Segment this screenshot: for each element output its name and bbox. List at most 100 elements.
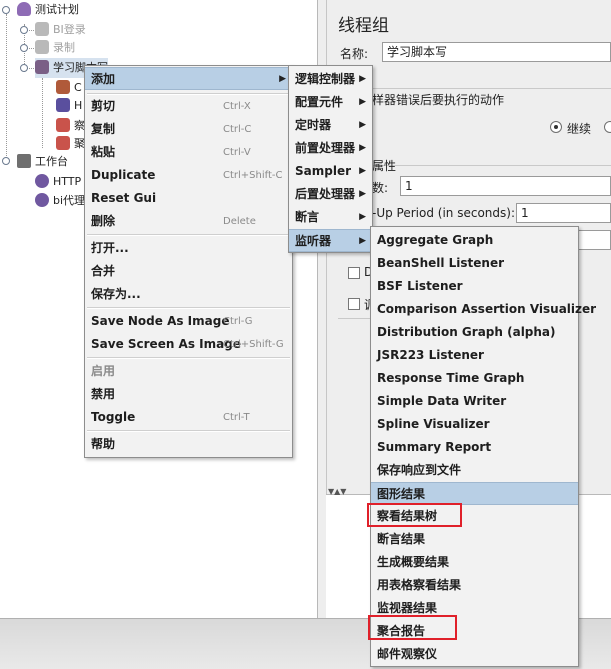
menu-item-copy[interactable]: 复制 Ctrl-C [85, 118, 292, 141]
menu-item-save-as[interactable]: 保存为... [85, 283, 292, 306]
menu-item-label: BeanShell Listener [377, 256, 505, 270]
menu-item-aggregate-graph[interactable]: Aggregate Graph [371, 229, 578, 252]
menu-item-label: 删除 [91, 214, 116, 228]
shortcut-label: Ctrl+Shift-C [223, 170, 283, 181]
menu-item-label: 合并 [91, 264, 116, 278]
next-radio[interactable] [604, 121, 611, 133]
name-label: 名称: [340, 47, 369, 61]
menu-item-label: 剪切 [91, 99, 116, 113]
menu-item-mailer-visualizer[interactable]: 邮件观察仪 [371, 643, 578, 666]
menu-item-duplicate[interactable]: Duplicate Ctrl+Shift-C [85, 164, 292, 187]
menu-item-delete[interactable]: 删除 Delete [85, 210, 292, 233]
menu-item-label: Duplicate [91, 168, 156, 182]
rampup-field[interactable]: 1 [516, 203, 611, 223]
menu-item-label: Reset Gui [91, 191, 157, 205]
tree-node-c[interactable]: C [56, 78, 82, 98]
tree-node-workbench[interactable]: 工作台 [17, 152, 68, 172]
menu-item-response-time-graph[interactable]: Response Time Graph [371, 367, 578, 390]
menu-item-save-node-image[interactable]: Save Node As Image Ctrl-G [85, 310, 292, 333]
pen-icon [56, 98, 70, 112]
menu-item-view-results-table[interactable]: 用表格察看结果 [371, 574, 578, 597]
menu-item-label: 监听器 [295, 234, 332, 248]
menu-item-jsr223-listener[interactable]: JSR223 Listener [371, 344, 578, 367]
menu-item-save-screen-image[interactable]: Save Screen As Image Ctrl+Shift-G [85, 333, 292, 356]
loop-count-field[interactable] [578, 230, 611, 250]
menu-item-cut[interactable]: 剪切 Ctrl-X [85, 95, 292, 118]
menu-item-sampler[interactable]: Sampler ▶ [289, 160, 372, 183]
gear-icon [35, 174, 49, 188]
tree-node-test-plan[interactable]: 测试计划 [17, 0, 79, 20]
config-icon [56, 80, 70, 94]
tree-node-h[interactable]: H [56, 96, 82, 116]
menu-item-add[interactable]: 添加 ▶ [85, 67, 292, 90]
menu-item-label: Summary Report [377, 440, 492, 454]
menu-item-summary-report[interactable]: Summary Report [371, 436, 578, 459]
graph-icon [56, 118, 70, 132]
menu-item-label: 保存为... [91, 287, 141, 301]
menu-item-pre-processor[interactable]: 前置处理器 ▶ [289, 137, 372, 160]
scheduler-checkbox[interactable] [348, 298, 360, 310]
continue-radio[interactable] [550, 121, 562, 133]
continue-label: 继续 [567, 122, 592, 136]
menu-item-reset-gui[interactable]: Reset Gui [85, 187, 292, 210]
menu-item-paste[interactable]: 粘贴 Ctrl-V [85, 141, 292, 164]
menu-item-timer[interactable]: 定时器 ▶ [289, 114, 372, 137]
menu-item-distribution-graph[interactable]: Distribution Graph (alpha) [371, 321, 578, 344]
menu-item-simple-data-writer[interactable]: Simple Data Writer [371, 390, 578, 413]
tree-node-http[interactable]: HTTP [35, 172, 81, 192]
menu-item-beanshell-listener[interactable]: BeanShell Listener [371, 252, 578, 275]
menu-item-help[interactable]: 帮助 [85, 433, 292, 456]
name-field[interactable]: 学习脚本写 [382, 42, 611, 62]
submenu-arrow-icon: ▶ [279, 74, 286, 84]
menu-item-assertion[interactable]: 断言 ▶ [289, 206, 372, 229]
menu-item-logic-controller[interactable]: 逻辑控制器 ▶ [289, 68, 372, 91]
tree-node-bi-login[interactable]: BI登录 [35, 20, 86, 40]
menu-item-disable[interactable]: 禁用 [85, 383, 292, 406]
menu-item-label: 断言 [295, 210, 320, 224]
menu-item-enable: 启用 [85, 360, 292, 383]
panel-title: 线程组 [338, 16, 389, 36]
add-submenu: 逻辑控制器 ▶ 配置元件 ▶ 定时器 ▶ 前置处理器 ▶ Sampler ▶ 后置处理器 ▶… [288, 65, 373, 253]
tree-node-label: HTTP [53, 175, 82, 188]
splitter-arrows-icon[interactable]: ▼▲▼ [328, 487, 346, 496]
menu-item-listener[interactable]: 监听器 ▶ [289, 229, 372, 252]
menu-item-label: 保存响应到文件 [377, 463, 462, 477]
listener-submenu: Aggregate Graph BeanShell Listener BSF L… [370, 226, 596, 667]
menu-item-comparison-visualizer[interactable]: Comparison Assertion Visualizer [371, 298, 596, 321]
menu-item-label: 启用 [91, 364, 116, 378]
graph-icon [56, 136, 70, 150]
menu-item-label: Distribution Graph (alpha) [377, 325, 556, 339]
menu-item-label: 逻辑控制器 [295, 72, 356, 86]
menu-item-label: Spline Visualizer [377, 417, 490, 431]
menu-item-toggle[interactable]: Toggle Ctrl-T [85, 406, 292, 429]
thread-group-icon [35, 60, 49, 74]
menu-item-label: 断言结果 [377, 532, 426, 546]
menu-item-graph-results[interactable]: 图形结果 [371, 482, 578, 505]
threads-field[interactable]: 1 [400, 176, 611, 196]
loop-checkbox[interactable] [348, 267, 360, 279]
menu-item-spline-visualizer[interactable]: Spline Visualizer [371, 413, 578, 436]
submenu-arrow-icon: ▶ [359, 74, 366, 84]
shortcut-label: Ctrl-T [223, 412, 250, 423]
threads-label: 数: [372, 181, 389, 195]
tree-node-aggregate[interactable]: 聚 [56, 134, 85, 154]
thread-group-icon [35, 22, 49, 36]
menu-item-config-element[interactable]: 配置元件 ▶ [289, 91, 372, 114]
menu-item-generate-summary[interactable]: 生成概要结果 [371, 551, 578, 574]
menu-item-merge[interactable]: 合并 [85, 260, 292, 283]
shortcut-label: Ctrl-C [223, 124, 252, 135]
tree-node-view-results[interactable]: 察 [56, 116, 85, 136]
tree-node-record[interactable]: 录制 [35, 38, 75, 58]
menu-item-save-responses[interactable]: 保存响应到文件 [371, 459, 578, 482]
menu-item-label: 邮件观察仪 [377, 647, 438, 661]
menu-item-post-processor[interactable]: 后置处理器 ▶ [289, 183, 372, 206]
menu-item-assertion-results[interactable]: 断言结果 [371, 528, 578, 551]
menu-item-label: 禁用 [91, 387, 116, 401]
context-menu: 添加 ▶ 剪切 Ctrl-X 复制 Ctrl-C 粘贴 Ctrl-V Duplicat… [84, 65, 293, 458]
menu-item-label: 用表格察看结果 [377, 578, 462, 592]
menu-item-label: Sampler [295, 164, 352, 178]
menu-item-open[interactable]: 打开... [85, 237, 292, 260]
annotation-box-view-results-tree [367, 503, 462, 527]
menu-item-bsf-listener[interactable]: BSF Listener [371, 275, 578, 298]
tree-node-bi-proxy[interactable]: bi代理 [35, 191, 85, 211]
